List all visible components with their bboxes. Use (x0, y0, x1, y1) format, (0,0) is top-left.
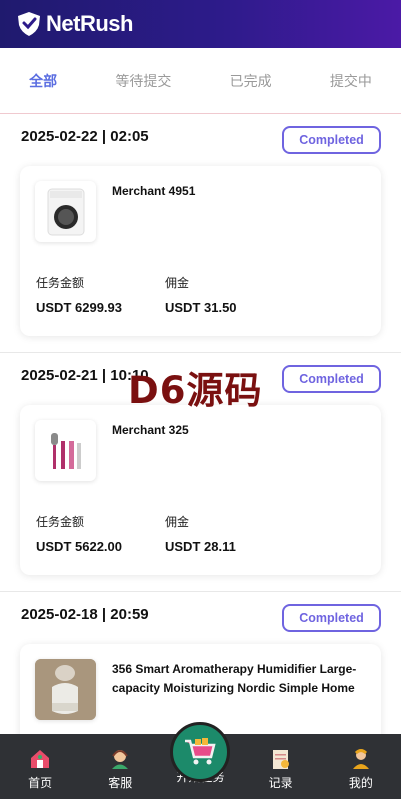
order-card[interactable]: 356 Smart Aromatherapy Humidifier Large-… (20, 644, 381, 734)
commission-value: USDT 28.11 (165, 539, 236, 554)
support-icon (109, 748, 131, 770)
status-tabs: 全部 等待提交 已完成 提交中 (0, 48, 401, 114)
order-card[interactable]: Merchant 325 任务金额 佣金 USDT 5622.00 USDT 2… (20, 405, 381, 575)
commission-label: 佣金 (165, 276, 190, 290)
commission-label: 佣金 (165, 515, 190, 529)
nav-home[interactable]: 首页 (4, 748, 76, 791)
nav-start-task[interactable]: 开始任务 (164, 722, 236, 791)
product-name: Merchant 325 (112, 423, 189, 437)
profile-icon (350, 748, 372, 770)
order-item: 2025-02-22 | 02:05 Completed Merchant 49… (0, 114, 401, 353)
product-image (35, 659, 96, 720)
nav-profile[interactable]: 我的 (325, 748, 397, 791)
start-task-button[interactable] (170, 722, 231, 782)
home-icon (29, 748, 51, 770)
nav-home-label: 首页 (28, 776, 53, 790)
status-button[interactable]: Completed (282, 126, 381, 154)
product-name: 356 Smart Aromatherapy Humidifier Large-… (112, 662, 357, 695)
cart-icon (185, 738, 217, 765)
product-image (35, 181, 96, 242)
tab-submitting[interactable]: 提交中 (320, 63, 382, 99)
nav-support-label: 客服 (108, 776, 133, 790)
order-item: 2025-02-18 | 20:59 Completed 356 Smart A… (0, 592, 401, 734)
tab-all[interactable]: 全部 (19, 63, 67, 99)
brand-name: NetRush (46, 11, 133, 36)
tab-completed[interactable]: 已完成 (220, 63, 282, 99)
nav-records-label: 记录 (268, 776, 293, 790)
bottom-navigation: 首页 客服 开始任务 记录 我的 (0, 722, 401, 799)
nav-records[interactable]: 记录 (245, 748, 317, 791)
product-name: Merchant 4951 (112, 184, 196, 198)
tab-pending[interactable]: 等待提交 (105, 63, 181, 99)
watermark-text: D6源码 (128, 369, 263, 412)
order-card[interactable]: Merchant 4951 任务金额 佣金 USDT 6299.93 USDT … (20, 166, 381, 336)
nav-profile-label: 我的 (348, 776, 373, 790)
washing-machine-icon (47, 188, 84, 235)
app-header: NetRush (0, 0, 401, 48)
order-list[interactable]: 2025-02-22 | 02:05 Completed Merchant 49… (0, 114, 401, 734)
order-date: 2025-02-22 | 02:05 (21, 128, 149, 145)
hair-tools-icon (50, 432, 81, 469)
order-date: 2025-02-18 | 20:59 (21, 606, 149, 623)
task-amount-label: 任务金额 (36, 276, 85, 290)
task-amount-label: 任务金额 (36, 515, 85, 529)
nav-support[interactable]: 客服 (84, 748, 156, 791)
commission-value: USDT 31.50 (165, 300, 237, 315)
status-button[interactable]: Completed (282, 365, 381, 393)
records-icon (270, 748, 292, 770)
humidifier-icon (35, 659, 96, 720)
task-amount-value: USDT 6299.93 (36, 300, 122, 315)
status-button[interactable]: Completed (282, 604, 381, 632)
shield-logo-icon (18, 12, 40, 36)
task-amount-value: USDT 5622.00 (36, 539, 122, 554)
product-image (35, 420, 96, 481)
